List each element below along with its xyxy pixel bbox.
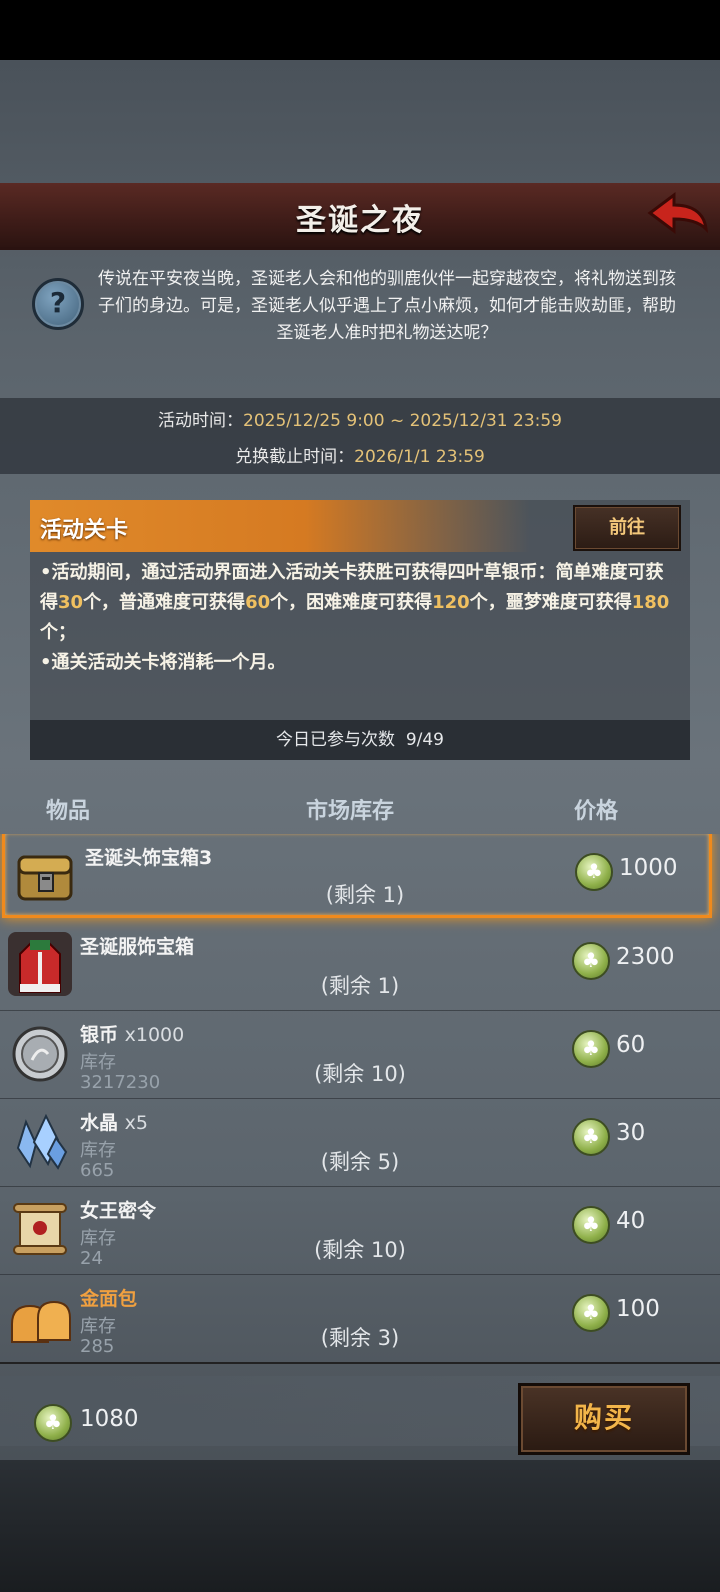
item-name: 水晶 x5	[80, 1112, 148, 1134]
item-name: 圣诞服饰宝箱	[80, 936, 195, 958]
item-name: 女王密令	[80, 1200, 157, 1222]
stage-rule-1: •活动期间，通过活动界面进入活动关卡获胜可获得四叶草银币：简单难度可获得30个，…	[40, 562, 670, 643]
stage-header: 活动关卡	[30, 500, 530, 552]
item-name: 银币 x1000	[80, 1024, 185, 1046]
shop-row[interactable]: 圣诞头饰宝箱3 (剩余 1) 1000	[2, 834, 712, 918]
shop-row[interactable]: 水晶 x5 库存 665 (剩余 5) 30	[0, 1098, 720, 1187]
stock-value: 665	[80, 1160, 115, 1181]
event-time-label: 活动时间：	[158, 411, 243, 431]
item-price: 30	[616, 1120, 646, 1146]
time-panel: 活动时间：2025/12/25 9:00 ~ 2025/12/31 23:59 …	[0, 398, 720, 474]
item-price: 60	[616, 1032, 646, 1058]
exchange-deadline-row: 兑换截止时间：2026/1/1 23:59	[0, 442, 720, 467]
buy-button[interactable]: 购买	[518, 1383, 690, 1455]
exchange-deadline-label: 兑换截止时间：	[235, 447, 355, 467]
clover-coin-icon	[572, 1118, 610, 1156]
clover-coin-icon	[34, 1404, 72, 1442]
header-item: 物品	[46, 799, 91, 824]
scroll-icon	[13, 1203, 67, 1255]
exchange-deadline-value: 2026/1/1 23:59	[354, 447, 485, 467]
item-remaining: (剩余 1)	[325, 883, 405, 907]
clover-coin-icon	[572, 942, 610, 980]
christmas-outfit-icon	[8, 932, 72, 996]
item-name: 金面包	[80, 1288, 138, 1310]
shop-row[interactable]: 金面包 库存 285 (剩余 3) 100	[0, 1274, 720, 1362]
item-price: 40	[616, 1208, 646, 1234]
header-price: 价格	[574, 799, 619, 824]
bread-icon	[11, 1300, 71, 1343]
stage-rule-2: •通关活动关卡将消耗一个月。	[40, 652, 286, 673]
event-time-row: 活动时间：2025/12/25 9:00 ~ 2025/12/31 23:59	[0, 406, 720, 431]
shop-row[interactable]: 圣诞服饰宝箱 (剩余 1) 2300	[0, 922, 720, 1011]
participation-count: 今日已参与次数 9/49	[30, 720, 690, 760]
page-title: 圣诞之夜	[296, 203, 424, 238]
event-description: 传说在平安夜当晚，圣诞老人会和他的驯鹿伙伴一起穿越夜空，将礼物送到孩子们的身边。…	[98, 269, 676, 343]
go-button[interactable]: 前往	[573, 505, 681, 551]
helmet-chest-icon	[17, 855, 73, 901]
item-remaining: (剩余 10)	[314, 1062, 406, 1086]
item-remaining: (剩余 5)	[320, 1150, 400, 1174]
shop-list-header: 物品 市场库存 价格	[0, 785, 720, 829]
title-bar: 圣诞之夜	[0, 183, 720, 250]
event-stage-panel: 活动关卡 前往 •活动期间，通过活动界面进入活动关卡获胜可获得四叶草银币：简单难…	[30, 500, 690, 760]
item-price: 100	[616, 1296, 660, 1322]
count-value: 9/49	[405, 730, 444, 750]
count-label: 今日已参与次数	[276, 730, 395, 750]
item-name: 圣诞头饰宝箱3	[85, 847, 213, 869]
shop-row[interactable]: 女王密令 库存 24 (剩余 10) 40	[0, 1186, 720, 1275]
item-price: 2300	[616, 944, 675, 970]
crystal-icon	[16, 1113, 68, 1170]
clover-coin-icon	[572, 1206, 610, 1244]
item-remaining: (剩余 1)	[320, 974, 400, 998]
silver-coin-icon	[12, 1026, 68, 1082]
event-time-value: 2025/12/25 9:00 ~ 2025/12/31 23:59	[243, 411, 562, 431]
shop-row[interactable]: 银币 x1000 库存 3217230 (剩余 10) 60	[0, 1010, 720, 1099]
item-remaining: (剩余 3)	[320, 1326, 400, 1350]
stock-label: 库存	[80, 1228, 116, 1249]
stock-value: 24	[80, 1248, 103, 1269]
help-icon[interactable]: ?	[32, 278, 84, 330]
stock-label: 库存	[80, 1052, 116, 1073]
clover-coin-icon	[572, 1030, 610, 1068]
stock-label: 库存	[80, 1316, 116, 1337]
stock-value: 3217230	[80, 1072, 161, 1093]
header-stock: 市场库存	[306, 799, 395, 824]
coin-balance: 1080	[80, 1406, 139, 1432]
clover-coin-icon	[575, 853, 613, 891]
shop-list[interactable]: 圣诞头饰宝箱3 (剩余 1) 1000 圣诞服饰宝箱 (剩余 1) 2300 银…	[0, 834, 720, 1362]
stock-label: 库存	[80, 1140, 116, 1161]
stage-rules: •活动期间，通过活动界面进入活动关卡获胜可获得四叶草银币：简单难度可获得30个，…	[40, 558, 680, 678]
stock-value: 285	[80, 1336, 115, 1357]
item-remaining: (剩余 10)	[314, 1238, 406, 1262]
back-arrow-icon[interactable]	[646, 189, 712, 239]
divider	[0, 1362, 720, 1364]
status-bar-area	[0, 0, 720, 60]
background-bottom	[0, 1460, 720, 1592]
item-price: 1000	[619, 855, 678, 881]
stage-title: 活动关卡	[40, 518, 129, 543]
clover-coin-icon	[572, 1294, 610, 1332]
